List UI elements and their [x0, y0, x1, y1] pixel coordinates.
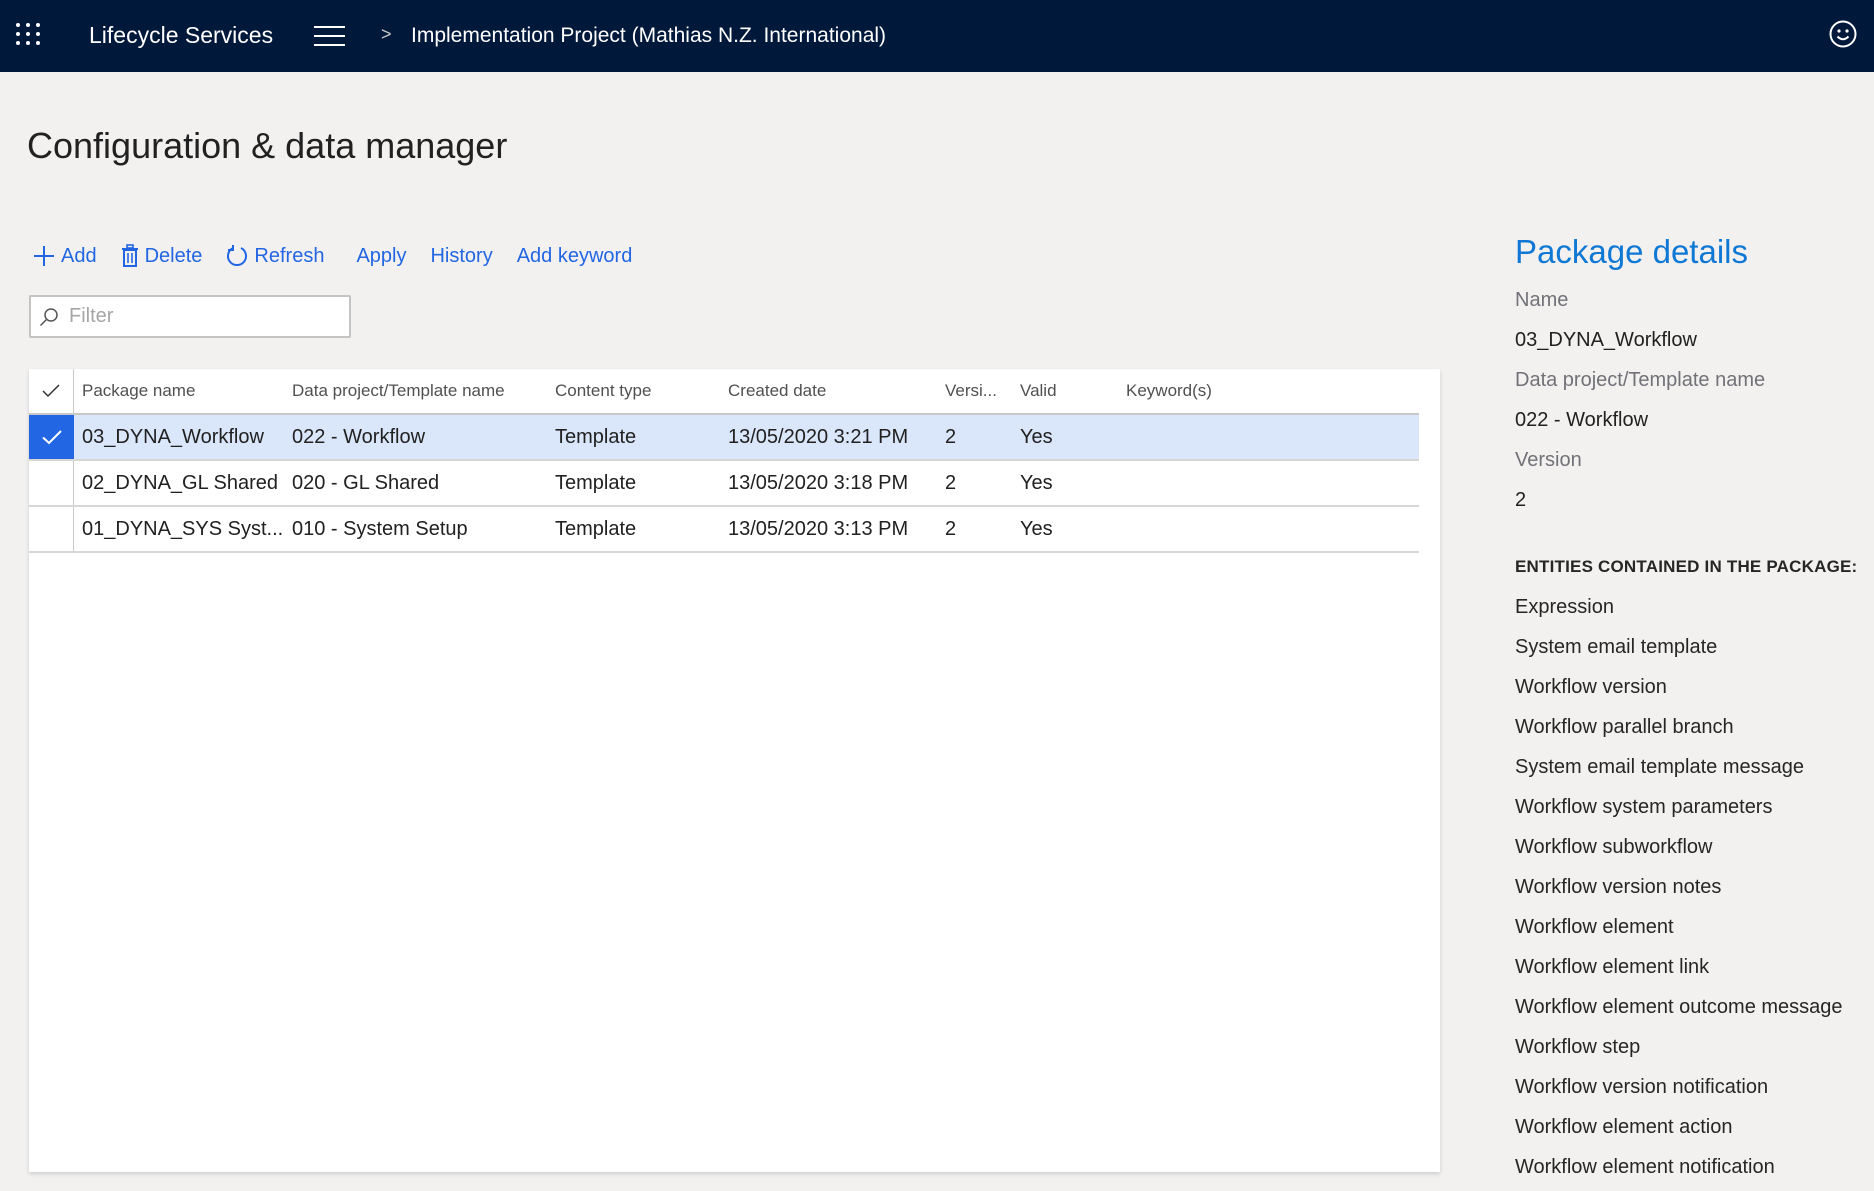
add-keyword-button[interactable]: Add keyword — [517, 245, 633, 268]
cell-package-name: 02_DYNA_GL Shared — [82, 471, 279, 494]
row-checkbox[interactable] — [29, 461, 74, 505]
entity-item: Workflow version notes — [1515, 876, 1722, 898]
column-header-version[interactable]: Versi... — [945, 369, 1025, 413]
cell-content-type: Template — [555, 471, 637, 494]
entity-item: Expression — [1515, 596, 1614, 618]
table-row[interactable]: 01_DYNA_SYS Syst... 010 - System Setup T… — [29, 507, 1419, 553]
entity-item: Workflow element — [1515, 916, 1674, 938]
column-header-created-date[interactable]: Created date — [728, 369, 928, 413]
version-value: 2 — [1515, 489, 1527, 511]
cell-version: 2 — [945, 425, 957, 448]
entity-list: Expression System email template Workflo… — [1515, 587, 1874, 1187]
hamburger-menu-icon[interactable] — [314, 26, 345, 46]
table-row[interactable]: 02_DYNA_GL Shared 020 - GL Shared Templa… — [29, 461, 1419, 507]
add-button-label: Add — [61, 244, 97, 267]
cell-valid: Yes — [1020, 471, 1053, 494]
cell-template-name: 022 - Workflow — [292, 425, 426, 448]
cell-template-name: 020 - GL Shared — [292, 471, 440, 494]
entity-item: Workflow element outcome message — [1515, 996, 1843, 1018]
column-header-keywords[interactable]: Keyword(s) — [1126, 369, 1326, 413]
cell-keywords — [1126, 507, 1326, 551]
cell-keywords — [1126, 415, 1326, 459]
template-value: 022 - Workflow — [1515, 409, 1649, 431]
feedback-smiley-icon[interactable] — [1829, 20, 1857, 48]
version-label: Version — [1515, 449, 1582, 471]
entity-item: Workflow step — [1515, 1036, 1641, 1058]
cell-created-date: 13/05/2020 3:13 PM — [728, 517, 909, 540]
check-icon — [42, 384, 60, 398]
row-checkbox[interactable] — [29, 507, 74, 551]
page-title: Configuration & data manager — [27, 125, 508, 166]
cell-version: 2 — [945, 471, 957, 494]
cell-template-name: 010 - System Setup — [292, 517, 468, 540]
entity-item: Workflow element action — [1515, 1116, 1733, 1138]
cell-created-date: 13/05/2020 3:18 PM — [728, 471, 909, 494]
delete-button[interactable]: Delete — [121, 244, 203, 268]
top-nav-bar: Lifecycle Services > Implementation Proj… — [0, 0, 1874, 72]
add-button[interactable]: Add — [33, 245, 97, 268]
column-header-valid[interactable]: Valid — [1020, 369, 1120, 413]
apply-button[interactable]: Apply — [356, 245, 406, 268]
cell-keywords — [1126, 461, 1326, 505]
name-label: Name — [1515, 289, 1569, 311]
delete-button-label: Delete — [144, 244, 203, 267]
trash-icon — [121, 244, 138, 267]
cell-package-name: 01_DYNA_SYS Syst... — [82, 517, 282, 540]
refresh-button-label: Refresh — [254, 244, 325, 267]
entity-item: System email template — [1515, 636, 1718, 658]
search-icon — [39, 307, 58, 326]
filter-input[interactable] — [69, 305, 329, 328]
cell-package-name: 03_DYNA_Workflow — [82, 425, 264, 448]
entity-item: System email template message — [1515, 756, 1805, 778]
cell-content-type: Template — [555, 517, 637, 540]
chevron-right-icon: > — [381, 24, 392, 44]
cell-valid: Yes — [1020, 517, 1053, 540]
check-icon — [41, 429, 62, 444]
package-details-pane: Package details Name 03_DYNA_Workflow Da… — [1515, 228, 1874, 1187]
entity-item: Workflow element link — [1515, 956, 1710, 978]
plus-icon — [34, 246, 54, 266]
entity-item: Workflow version — [1515, 676, 1667, 698]
entity-item: Workflow parallel branch — [1515, 716, 1734, 738]
packages-grid-panel: Package name Data project/Template name … — [29, 369, 1440, 1172]
entity-item: Workflow subworkflow — [1515, 836, 1713, 858]
cell-content-type: Template — [555, 425, 637, 448]
action-toolbar: Add Delete Refresh Apply History Add key… — [33, 240, 656, 272]
details-title: Package details — [1515, 233, 1748, 270]
refresh-button[interactable]: Refresh — [226, 244, 324, 268]
app-launcher-icon[interactable] — [16, 23, 40, 45]
select-all-checkbox[interactable] — [29, 369, 74, 413]
history-button[interactable]: History — [430, 245, 492, 268]
entity-item: Workflow element notification — [1515, 1156, 1775, 1178]
refresh-icon — [227, 245, 248, 267]
column-header-content-type[interactable]: Content type — [555, 369, 715, 413]
grid-header-row: Package name Data project/Template name … — [29, 369, 1419, 415]
cell-version: 2 — [945, 517, 957, 540]
column-header-template-name[interactable]: Data project/Template name — [292, 369, 542, 413]
breadcrumb-project[interactable]: Implementation Project (Mathias N.Z. Int… — [411, 22, 886, 50]
packages-grid: Package name Data project/Template name … — [29, 369, 1419, 553]
entities-heading: ENTITIES CONTAINED IN THE PACKAGE: — [1515, 557, 1858, 576]
filter-box — [29, 295, 351, 338]
app-title[interactable]: Lifecycle Services — [89, 21, 273, 49]
template-label: Data project/Template name — [1515, 369, 1766, 391]
entity-item: Workflow system parameters — [1515, 796, 1773, 818]
entity-item: Workflow version notification — [1515, 1076, 1769, 1098]
cell-valid: Yes — [1020, 425, 1053, 448]
cell-created-date: 13/05/2020 3:21 PM — [728, 425, 909, 448]
name-value: 03_DYNA_Workflow — [1515, 329, 1697, 351]
column-header-package-name[interactable]: Package name — [82, 369, 282, 413]
row-checkbox[interactable] — [29, 415, 74, 459]
table-row[interactable]: 03_DYNA_Workflow 022 - Workflow Template… — [29, 415, 1419, 461]
